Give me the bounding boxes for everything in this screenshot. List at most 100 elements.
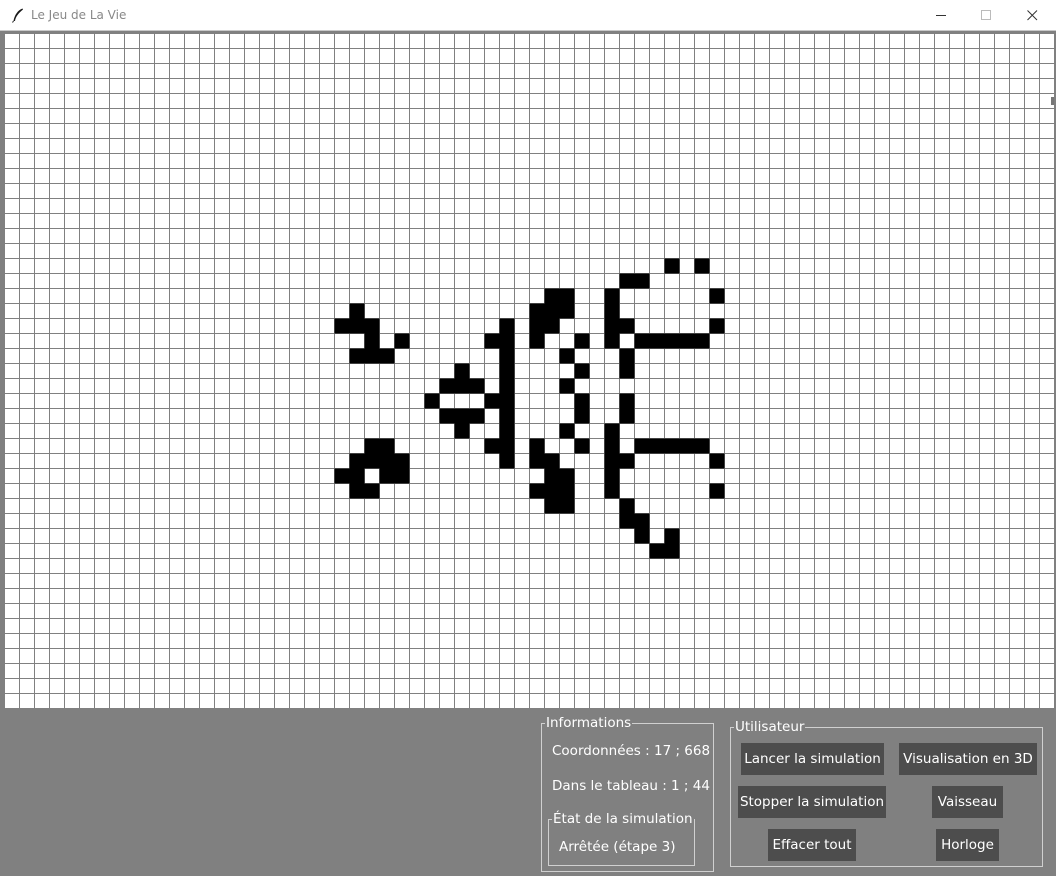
scrollbar-thumb[interactable]	[1051, 97, 1054, 105]
live-cell[interactable]	[619, 498, 635, 514]
live-cell[interactable]	[349, 483, 365, 499]
live-cell[interactable]	[604, 423, 620, 439]
live-cell[interactable]	[364, 333, 380, 349]
live-cell[interactable]	[694, 333, 710, 349]
live-cell[interactable]	[439, 378, 455, 394]
live-cell[interactable]	[649, 543, 665, 559]
live-cell[interactable]	[499, 318, 515, 334]
live-cell[interactable]	[454, 423, 470, 439]
live-cell[interactable]	[619, 453, 635, 469]
live-cell[interactable]	[574, 408, 590, 424]
live-cell[interactable]	[499, 423, 515, 439]
live-cell[interactable]	[349, 303, 365, 319]
live-cell[interactable]	[364, 348, 380, 364]
live-cell[interactable]	[559, 378, 575, 394]
live-cell[interactable]	[484, 393, 500, 409]
live-cell[interactable]	[574, 333, 590, 349]
live-cell[interactable]	[544, 498, 560, 514]
live-cell[interactable]	[364, 453, 380, 469]
live-cell[interactable]	[619, 393, 635, 409]
live-cell[interactable]	[484, 333, 500, 349]
live-cell[interactable]	[484, 438, 500, 454]
live-cell[interactable]	[349, 348, 365, 364]
live-cell[interactable]	[559, 483, 575, 499]
minimize-button[interactable]	[918, 0, 964, 30]
live-cell[interactable]	[469, 378, 485, 394]
live-cell[interactable]	[634, 528, 650, 544]
visualization-3d-button[interactable]: Visualisation en 3D	[899, 743, 1037, 775]
live-cell[interactable]	[529, 453, 545, 469]
live-cell[interactable]	[664, 528, 680, 544]
live-cell[interactable]	[619, 318, 635, 334]
live-cell[interactable]	[559, 468, 575, 484]
live-cell[interactable]	[499, 393, 515, 409]
live-cell[interactable]	[709, 453, 725, 469]
live-cell[interactable]	[619, 363, 635, 379]
live-cell[interactable]	[349, 453, 365, 469]
live-cell[interactable]	[349, 468, 365, 484]
live-cell[interactable]	[529, 438, 545, 454]
live-cell[interactable]	[499, 408, 515, 424]
live-cell[interactable]	[634, 438, 650, 454]
clear-all-button[interactable]: Effacer tout	[768, 829, 856, 861]
live-cell[interactable]	[649, 438, 665, 454]
live-cell[interactable]	[499, 453, 515, 469]
live-cell[interactable]	[379, 468, 395, 484]
stop-simulation-button[interactable]: Stopper la simulation	[738, 786, 886, 818]
live-cell[interactable]	[619, 513, 635, 529]
live-cell[interactable]	[664, 543, 680, 559]
live-cell[interactable]	[334, 468, 350, 484]
live-cell[interactable]	[469, 408, 485, 424]
live-cell[interactable]	[559, 288, 575, 304]
live-cell[interactable]	[604, 468, 620, 484]
live-cell[interactable]	[559, 498, 575, 514]
live-cell[interactable]	[679, 333, 695, 349]
live-cell[interactable]	[499, 363, 515, 379]
live-cell[interactable]	[604, 333, 620, 349]
live-cell[interactable]	[619, 408, 635, 424]
live-cell[interactable]	[349, 318, 365, 334]
live-cell[interactable]	[694, 258, 710, 274]
start-simulation-button[interactable]: Lancer la simulation	[741, 743, 884, 775]
live-cell[interactable]	[619, 348, 635, 364]
live-cell[interactable]	[664, 438, 680, 454]
live-cell[interactable]	[634, 513, 650, 529]
live-cell[interactable]	[424, 393, 440, 409]
live-cell[interactable]	[664, 258, 680, 274]
live-cell[interactable]	[499, 348, 515, 364]
live-cell[interactable]	[334, 318, 350, 334]
close-button[interactable]	[1009, 0, 1055, 30]
live-cell[interactable]	[574, 438, 590, 454]
live-cell[interactable]	[454, 408, 470, 424]
live-cell[interactable]	[379, 453, 395, 469]
live-cell[interactable]	[529, 318, 545, 334]
live-cell[interactable]	[559, 348, 575, 364]
live-cell[interactable]	[364, 483, 380, 499]
live-cell[interactable]	[679, 438, 695, 454]
live-cell[interactable]	[709, 483, 725, 499]
spaceship-button[interactable]: Vaisseau	[932, 786, 1003, 818]
live-cell[interactable]	[499, 333, 515, 349]
live-cell[interactable]	[529, 333, 545, 349]
life-grid[interactable]	[4, 33, 1054, 708]
live-cell[interactable]	[619, 273, 635, 289]
live-cell[interactable]	[604, 303, 620, 319]
life-grid-canvas[interactable]	[4, 33, 1054, 708]
live-cell[interactable]	[544, 483, 560, 499]
live-cell[interactable]	[604, 453, 620, 469]
live-cell[interactable]	[529, 483, 545, 499]
live-cell[interactable]	[394, 453, 410, 469]
live-cell[interactable]	[604, 483, 620, 499]
live-cell[interactable]	[529, 303, 545, 319]
live-cell[interactable]	[544, 288, 560, 304]
live-cell[interactable]	[574, 393, 590, 409]
live-cell[interactable]	[364, 438, 380, 454]
live-cell[interactable]	[544, 453, 560, 469]
live-cell[interactable]	[634, 273, 650, 289]
live-cell[interactable]	[649, 333, 665, 349]
live-cell[interactable]	[604, 318, 620, 334]
live-cell[interactable]	[694, 438, 710, 454]
live-cell[interactable]	[499, 378, 515, 394]
live-cell[interactable]	[634, 333, 650, 349]
live-cell[interactable]	[439, 408, 455, 424]
